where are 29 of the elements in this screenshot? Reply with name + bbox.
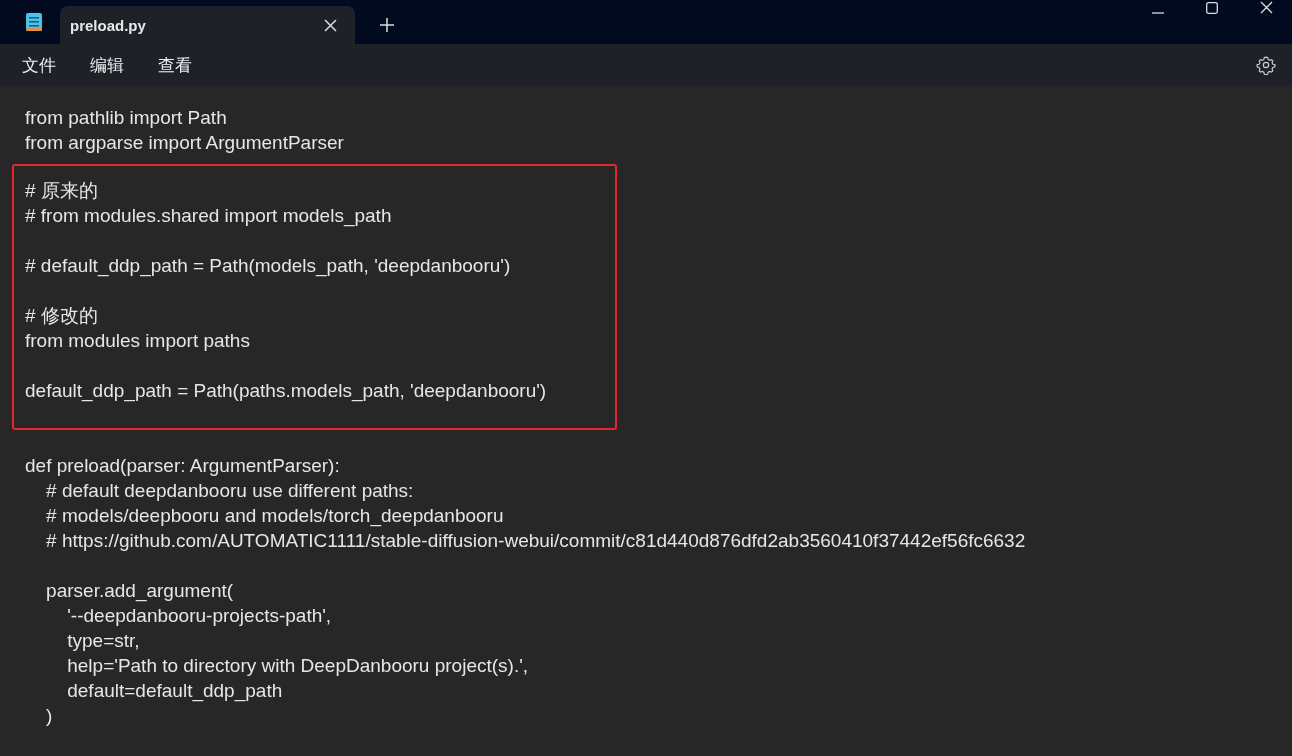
code-line: ) bbox=[45, 704, 54, 728]
code-line: parser.add_argument( bbox=[45, 579, 235, 603]
code-line: # https://github.com/AUTOMATIC1111/stable-diffusion-webui/commit/c81d440d876dfd2ab3560410f37442ef56fc6632 bbox=[45, 529, 1027, 553]
settings-icon[interactable] bbox=[1256, 55, 1276, 75]
tab-title: preload.py bbox=[70, 16, 147, 34]
code-line: def preload(parser: ArgumentParser): bbox=[25, 454, 341, 478]
code-line: # 原来的 bbox=[25, 179, 99, 203]
code-line: default_ddp_path = Path(paths.models_path, 'deepdanbooru') bbox=[25, 379, 548, 403]
code-line: from pathlib import Path bbox=[25, 106, 228, 130]
code-line: '--deepdanbooru-projects-path', bbox=[66, 604, 333, 628]
code-line: from modules import paths bbox=[25, 329, 251, 353]
menu-item[interactable]: 文件 bbox=[22, 53, 56, 77]
plus-icon[interactable] bbox=[380, 18, 394, 32]
notepad-icon bbox=[26, 12, 42, 32]
maximize-icon[interactable] bbox=[1206, 2, 1218, 14]
code-line: default=default_ddp_path bbox=[66, 679, 284, 703]
file-tab[interactable]: preload.py bbox=[60, 6, 355, 44]
close-icon[interactable] bbox=[1260, 1, 1273, 14]
close-icon[interactable] bbox=[324, 18, 337, 32]
code-line: # from modules.shared import models_path bbox=[25, 204, 393, 228]
code-line: # default deepdanbooru use different paths: bbox=[45, 479, 415, 503]
code-line: # default_ddp_path = Path(models_path, 'deepdanbooru') bbox=[25, 254, 512, 278]
menu-item[interactable]: 查看 bbox=[158, 53, 192, 77]
code-line: # models/deepbooru and models/torch_deepdanbooru bbox=[45, 504, 505, 528]
code-line: help='Path to directory with DeepDanbooru project(s).', bbox=[66, 654, 530, 678]
code-line: # 修改的 bbox=[25, 304, 99, 328]
code-line: type=str, bbox=[66, 629, 141, 653]
menu-item[interactable]: 编辑 bbox=[90, 53, 124, 77]
code-line: from argparse import ArgumentParser bbox=[25, 131, 345, 155]
